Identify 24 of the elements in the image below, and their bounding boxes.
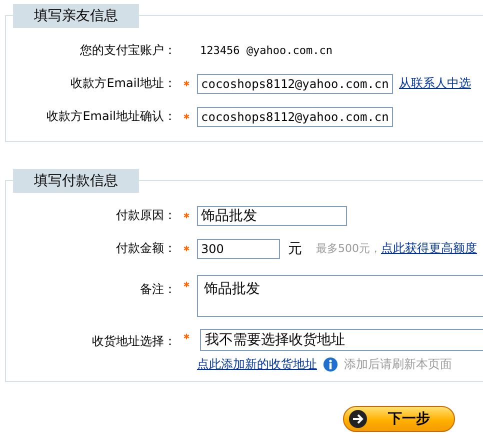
field-label: 付款金额：	[115, 240, 176, 257]
section-title: 填写付款信息	[13, 169, 139, 193]
input-field[interactable]: cocoshops8112@yahoo.com.cn	[197, 74, 393, 94]
input-field[interactable]: cocoshops8112@yahoo.com.cn	[197, 106, 393, 126]
link[interactable]: 从联系人中选	[399, 75, 471, 92]
info-icon	[323, 357, 338, 372]
account-value: 123456 @yahoo.com.cn	[199, 44, 332, 57]
field-label: 备注：	[139, 281, 176, 298]
section-title: 填写亲友信息	[13, 4, 139, 28]
refresh-note: 添加后请刷新本页面	[344, 356, 452, 373]
field-label: 您的支付宝账户：	[79, 42, 176, 59]
field-label: 收款方Email地址：	[70, 75, 176, 92]
note-field[interactable]: 饰品批发	[197, 275, 483, 317]
unit-label: 元	[288, 240, 302, 258]
add-address-link[interactable]: 点此添加新的收货地址	[197, 356, 317, 373]
field-label: 收货地址选择：	[91, 333, 176, 350]
limit-hint: 最多500元，	[316, 241, 381, 256]
input-field[interactable]: 饰品批发	[197, 206, 347, 226]
input-field[interactable]: 300	[197, 238, 280, 258]
next-button[interactable]: 下一步	[343, 406, 455, 432]
link[interactable]: 点此获得更高额度	[381, 240, 477, 257]
field-label: 收款方Email地址确认：	[46, 108, 176, 125]
address-select[interactable]: 我不需要选择收货地址	[200, 329, 483, 351]
field-label: 付款原因：	[115, 207, 176, 224]
